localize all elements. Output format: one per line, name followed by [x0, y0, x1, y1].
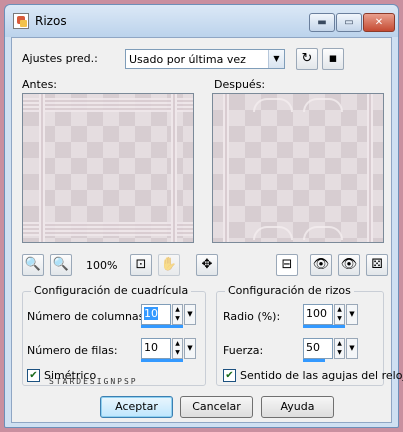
symmetric-checkbox[interactable]: ✔ [27, 369, 40, 382]
chevron-down-icon[interactable]: ▼ [184, 304, 196, 325]
curl-shape [253, 98, 293, 112]
before-preview-left-band [39, 94, 45, 242]
after-preview-right-band [367, 94, 373, 242]
app-icon [13, 13, 29, 29]
rows-label: Número de filas: [27, 344, 118, 357]
curl-shape [303, 226, 343, 240]
maximize-button[interactable]: ▭ [336, 13, 362, 32]
before-label: Antes: [22, 78, 58, 91]
reset-arrow-icon: ↻ [301, 51, 313, 66]
radius-slider[interactable] [303, 325, 345, 328]
radius-value: 100 [306, 307, 327, 320]
columns-spinner[interactable]: 10 ▲ ▼ ▼ [141, 304, 196, 328]
chevron-down-icon[interactable]: ▼ [346, 304, 358, 325]
hand-icon: ✋ [160, 257, 178, 272]
radius-input[interactable]: 100 [303, 304, 333, 325]
curl-config-title: Configuración de rizos [225, 284, 354, 297]
columns-label: Número de columnas: [27, 310, 149, 323]
up-down-arrows-icon[interactable]: ▲ ▼ [172, 304, 183, 325]
after-preview[interactable] [212, 93, 384, 243]
cancel-button[interactable]: Cancelar [180, 396, 253, 418]
auto-proof-button[interactable]: 👁 [310, 254, 332, 276]
zoom-out-button[interactable]: 🔍 [50, 254, 72, 276]
accept-button[interactable]: Aceptar [100, 396, 173, 418]
grid-config-group: Configuración de cuadrícula Número de co… [22, 284, 206, 386]
before-preview-right-band [171, 94, 177, 242]
title-bar[interactable]: Rizos ▬ ▭ ✕ [5, 5, 398, 37]
before-preview-bottom-band [23, 222, 193, 236]
save-preset-button[interactable]: ▪ [322, 48, 344, 70]
fit-window-icon: ⊡ [135, 257, 147, 272]
eye-icon: 👁 [340, 257, 358, 272]
curl-shape [253, 226, 293, 240]
before-preview[interactable] [22, 93, 194, 243]
rows-slider[interactable] [141, 359, 183, 362]
proof-button[interactable]: 👁 [338, 254, 360, 276]
columns-value: 10 [144, 307, 158, 320]
split-view-icon: ⊟ [281, 257, 293, 272]
strength-slider[interactable] [303, 359, 325, 362]
presets-dropdown[interactable]: Usado por última vez ▼ [125, 49, 285, 69]
strength-input[interactable]: 50 [303, 338, 333, 359]
after-preview-left-band [223, 94, 229, 242]
radius-label: Radio (%): [223, 310, 281, 323]
strength-spinner[interactable]: 50 ▲ ▼ ▼ [303, 338, 358, 362]
up-down-arrows-icon[interactable]: ▲ ▼ [334, 304, 345, 325]
radius-spinner[interactable]: 100 ▲ ▼ ▼ [303, 304, 358, 328]
dialog-body: Ajustes pred.: Usado por última vez ▼ ↻ … [11, 37, 403, 423]
strength-label: Fuerza: [223, 344, 264, 357]
curl-shape [303, 98, 343, 112]
window-title: Rizos [35, 14, 67, 28]
fit-view-button[interactable]: ⊡ [130, 254, 152, 276]
zoom-level: 100% [86, 259, 118, 272]
after-label: Después: [214, 78, 266, 91]
pan-button[interactable]: ✥ [196, 254, 218, 276]
columns-slider[interactable] [141, 325, 183, 328]
rows-value: 10 [144, 341, 158, 354]
grid-config-title: Configuración de cuadrícula [31, 284, 192, 297]
chevron-down-icon[interactable]: ▼ [184, 338, 196, 359]
dice-icon: ⚄ [371, 257, 383, 272]
presets-label: Ajustes pred.: [22, 52, 98, 65]
randomize-button[interactable]: ⚄ [366, 254, 388, 276]
help-button[interactable]: Ayuda [261, 396, 334, 418]
rows-spinner[interactable]: 10 ▲ ▼ ▼ [141, 338, 196, 362]
zoom-in-button[interactable]: 🔍 [22, 254, 44, 276]
dialog-window: Rizos ▬ ▭ ✕ Ajustes pred.: Usado por últ… [4, 4, 403, 428]
close-button[interactable]: ✕ [363, 13, 395, 32]
rows-input[interactable]: 10 [141, 338, 171, 359]
eye-icon: 👁 [312, 257, 330, 272]
strength-value: 50 [306, 341, 320, 354]
locate-button[interactable]: ✋ [158, 254, 180, 276]
up-down-arrows-icon[interactable]: ▲ ▼ [172, 338, 183, 359]
watermark-text: STARDESIGNPSP [49, 377, 138, 386]
clockwise-checkbox[interactable]: ✔ [223, 369, 236, 382]
toggle-preview-button[interactable]: ⊟ [276, 254, 298, 276]
chevron-down-icon[interactable]: ▼ [346, 338, 358, 359]
move-arrows-icon: ✥ [201, 257, 213, 272]
chevron-down-icon: ▼ [268, 50, 284, 68]
minimize-button[interactable]: ▬ [309, 13, 335, 32]
clockwise-label: Sentido de las agujas del reloj [240, 369, 403, 382]
before-preview-top-band [23, 98, 193, 112]
presets-value: Usado por última vez [129, 53, 246, 66]
columns-input[interactable]: 10 [141, 304, 171, 325]
magnifier-plus-icon: 🔍 [24, 257, 42, 272]
reset-arrow-button[interactable]: ↻ [296, 48, 318, 70]
curl-config-group: Configuración de rizos Radio (%): 100 ▲ ▼… [216, 284, 403, 386]
floppy-disk-icon: ▪ [328, 51, 338, 66]
magnifier-minus-icon: 🔍 [52, 257, 70, 272]
up-down-arrows-icon[interactable]: ▲ ▼ [334, 338, 345, 359]
